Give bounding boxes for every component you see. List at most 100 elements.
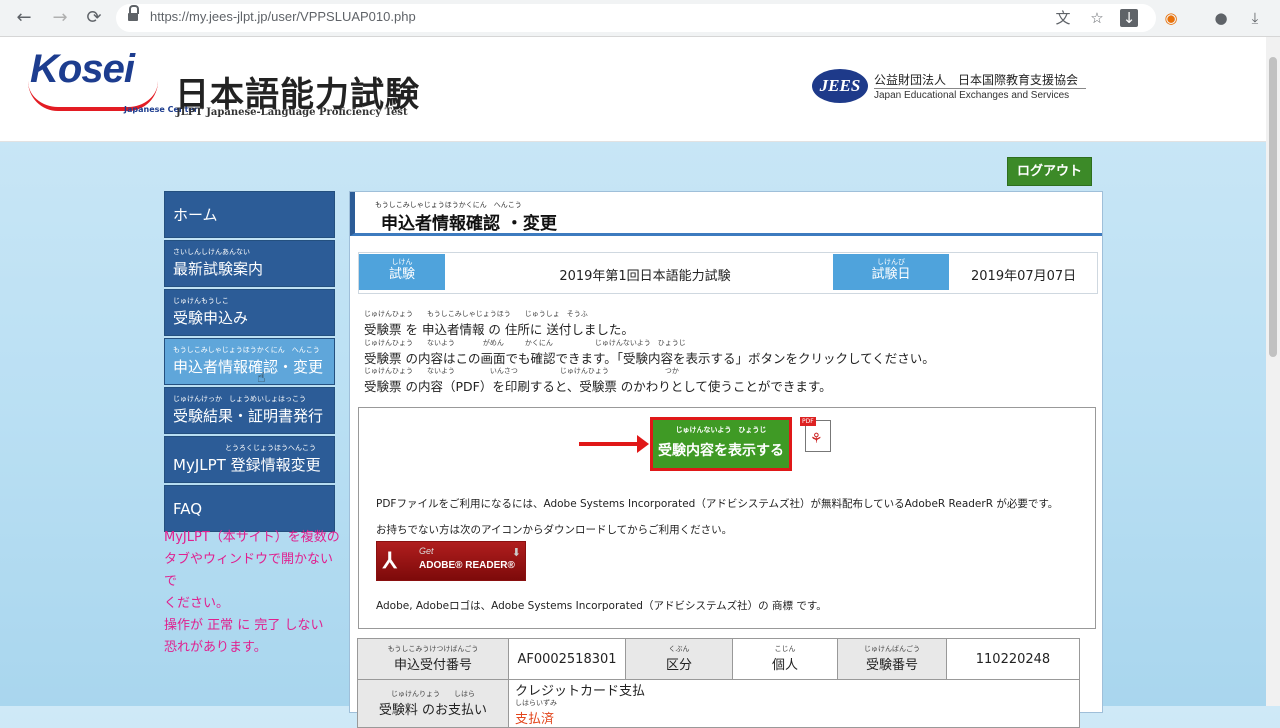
pdf-tag: PDF [800, 417, 816, 426]
table-row: もうしこみうけつけばんごう 申込受付番号 AF0002518301 くぶん 区分… [357, 638, 1080, 680]
back-icon[interactable]: ← [12, 6, 36, 30]
exam-date-label-text: 試験日 [871, 267, 911, 282]
pdf-download-text: お持ちでない方は次のアイコンからダウンロードしてからご利用ください。 [376, 524, 733, 536]
table-row: じゅけんりょう しはら 受験料 のお支払い クレジットカード支払 しはらいずみ … [357, 679, 1080, 728]
info-line-ruby: じゅけんひょう ないよう がめん かくにん じゅけんないよう ひょうじ [364, 339, 686, 347]
cell-ruby: もうしこみうけつけばんごう [387, 645, 479, 653]
adobe-reader-text: ADOBE® READER® [419, 560, 515, 571]
sidebar-item-label: 受験結果・証明書発行 [173, 407, 324, 425]
table-cell: クレジットカード支払 しはらいずみ 支払済 [508, 679, 1080, 728]
cell-ruby: しはらいずみ [515, 699, 557, 707]
cell-text: 110220248 [975, 651, 1051, 667]
exam-date: 2019年07月07日 [971, 269, 1077, 284]
sidebar-item-ruby: さいしんしけんあんない [173, 248, 250, 256]
star-icon[interactable]: ☆ [1086, 7, 1108, 29]
page-scrollbar[interactable] [1266, 37, 1280, 706]
sidebar-item-ruby: もうしこみしゃじょうほうかくにん へんこう [173, 346, 320, 354]
info-line-ruby: じゅけんひょう ないよう いんさつ じゅけんひょう つか [364, 367, 679, 375]
table-header-cell: くぶん 区分 [625, 638, 733, 680]
table-cell: AF0002518301 [508, 638, 626, 680]
exam-name: 2019年第1回日本語能力試験 [559, 269, 731, 284]
payment-status: しはらいずみ 支払済 [515, 699, 1073, 727]
main-content: もうしこみしゃじょうほうかくにん へんこう 申込者情報確認 ・変更 しけん 試験… [349, 191, 1103, 713]
info-line-text: 受験票 を 申込者情報 の 住所に 送付しました。 [364, 322, 634, 337]
sidebar-item-label: FAQ [173, 499, 203, 518]
translate-icon[interactable]: 文 [1052, 7, 1074, 29]
table-cell: 110220248 [946, 638, 1080, 680]
info-line-text: 受験票 の内容はこの画面でも確認できます。「受験内容を表示する」ボタンをクリック… [364, 351, 935, 366]
table-header-cell: じゅけんりょう しはら 受験料 のお支払い [357, 679, 509, 728]
adobe-logo-icon: ⅄ [383, 548, 397, 573]
info-line: じゅけんひょう ないよう いんさつ じゅけんひょう つか 受験票 の内容（PDF… [364, 367, 832, 395]
logout-button[interactable]: ログアウト [1007, 157, 1092, 186]
sidebar-item-ruby: とうろくじょうほうへんこう [225, 444, 316, 452]
sidebar-item-apply[interactable]: じゅけんもうしこ 受験申込み [164, 289, 335, 336]
jlpt-subtitle: JLPT Japanese-Language Proficiency Test [176, 107, 408, 118]
address-bar[interactable]: https://my.jees-jlpt.jp/user/VPPSLUAP010… [116, 4, 1156, 32]
hand-cursor-icon: ☝ [257, 370, 266, 386]
red-arrow-icon [579, 435, 649, 453]
adobe-trademark-text: Adobe, Adobeロゴは、Adobe Systems Incorporat… [376, 600, 827, 612]
sidebar-item-ruby: じゅけんけっか しょうめいしょはっこう [173, 395, 306, 403]
warning-line: 恐れがあります。 [164, 640, 267, 655]
browser-toolbar: ← → ⟳ https://my.jees-jlpt.jp/user/VPPSL… [0, 0, 1280, 37]
sidebar-item-latest-exam[interactable]: さいしんしけんあんない 最新試験案内 [164, 240, 335, 287]
sidebar-item-applicant-info[interactable]: もうしこみしゃじょうほうかくにん へんこう 申込者情報確認・変更 [164, 338, 335, 385]
exam-label-text: 試験 [388, 267, 415, 282]
reload-icon[interactable]: ⟳ [82, 6, 106, 30]
multi-tab-warning: MyJLPT（本サイト）を複数の タブやウィンドウで開かないで ください。 操作… [164, 527, 344, 659]
warning-line: タブやウィンドウで開かないで [164, 552, 334, 589]
sidebar-item-faq[interactable]: FAQ [164, 485, 335, 532]
cell-ruby: こじん [774, 645, 796, 653]
pdf-section: じゅけんないよう ひょうじ 受験内容を表示する PDF ⚘ PDFファイルをご利… [358, 407, 1096, 629]
jees-name-jp: 公益財団法人 日本国際教育支援協会 [874, 73, 1079, 87]
info-line: じゅけんひょう もうしこみしゃじょうほう じゅうしょ そうふ 受験票 を 申込者… [364, 310, 634, 338]
jees-divider [874, 88, 1086, 89]
page-title: 申込者情報確認 ・変更 [381, 214, 557, 234]
pdf-requirement-text: PDFファイルをご利用になるには、Adobe Systems Incorpora… [376, 498, 1059, 510]
show-exam-details-button[interactable]: じゅけんないよう ひょうじ 受験内容を表示する [650, 417, 792, 471]
exam-info-row: しけん 試験 2019年第1回日本語能力試験 しけんび 試験日 2019年07月… [358, 252, 1098, 294]
jees-logo: JEES [812, 69, 868, 103]
warning-line: ください。 [164, 596, 230, 611]
forward-icon[interactable]: → [48, 6, 72, 30]
extension-icon[interactable]: ◉ [1160, 7, 1182, 29]
sidebar-item-label: ホーム [173, 206, 218, 224]
page-header: もうしこみしゃじょうほうかくにん へんこう 申込者情報確認 ・変更 [350, 192, 1102, 236]
jees-name-en: Japan Educational Exchanges and Services [874, 90, 1070, 101]
sidebar-item-home[interactable]: ホーム [164, 191, 335, 238]
cell-text: 受験料 のお支払い [378, 702, 488, 718]
sidebar-item-label: MyJLPT 登録情報変更 [173, 456, 321, 474]
cell-ruby: じゅけんりょう しはら [391, 689, 475, 698]
sidebar-item-label: 申込者情報確認・変更 [173, 358, 324, 376]
exam-date-label-ruby: しけんび [877, 258, 905, 266]
kosei-logo: Kosei Japanese Center [28, 47, 198, 114]
adobe-get-text: Get [419, 546, 434, 556]
cell-text: 区分 [665, 658, 692, 673]
cell-text: AF0002518301 [517, 651, 617, 667]
payment-status-text: 支払済 [515, 712, 555, 727]
download-icon[interactable]: ↓ [1120, 9, 1138, 27]
scrollbar-thumb[interactable] [1269, 57, 1277, 357]
payment-method: クレジットカード支払 [515, 684, 646, 699]
menu-icon[interactable]: ⤓ [1244, 7, 1266, 29]
sidebar-item-ruby: じゅけんもうしこ [173, 297, 229, 305]
exam-label: しけん 試験 [359, 254, 445, 290]
cell-ruby: くぶん [668, 645, 690, 653]
applicant-info-table: もうしこみうけつけばんごう 申込受付番号 AF0002518301 くぶん 区分… [357, 638, 1080, 728]
info-line-text: 受験票 の内容（PDF）を印刷すると、受験票 のかわりとして使うことができます。 [364, 379, 832, 394]
sidebar-nav: ホーム さいしんしけんあんない 最新試験案内 じゅけんもうしこ 受験申込み もう… [164, 191, 335, 534]
account-icon[interactable]: ● [1210, 7, 1232, 29]
pdf-icon[interactable]: PDF ⚘ [800, 417, 831, 452]
exam-label-ruby: しけん [391, 258, 413, 266]
sidebar-item-results[interactable]: じゅけんけっか しょうめいしょはっこう 受験結果・証明書発行 [164, 387, 335, 434]
show-button-ruby: じゅけんないよう ひょうじ [675, 426, 767, 434]
sidebar-item-myjlpt-settings[interactable]: とうろくじょうほうへんこう MyJLPT 登録情報変更 [164, 436, 335, 483]
cell-ruby: じゅけんばんごう [864, 645, 920, 653]
table-cell: こじん 個人 [732, 638, 838, 680]
site-header: Kosei Japanese Center 日本語能力試験 JLPT Japan… [0, 37, 1280, 142]
sidebar-item-label: 受験申込み [173, 309, 249, 327]
warning-line: MyJLPT（本サイト）を複数の [164, 530, 340, 545]
get-adobe-reader-button[interactable]: ⅄ Get ADOBE® READER® ⬇ [376, 541, 526, 581]
warning-line: 操作が 正常 に 完了 しない [164, 618, 324, 633]
